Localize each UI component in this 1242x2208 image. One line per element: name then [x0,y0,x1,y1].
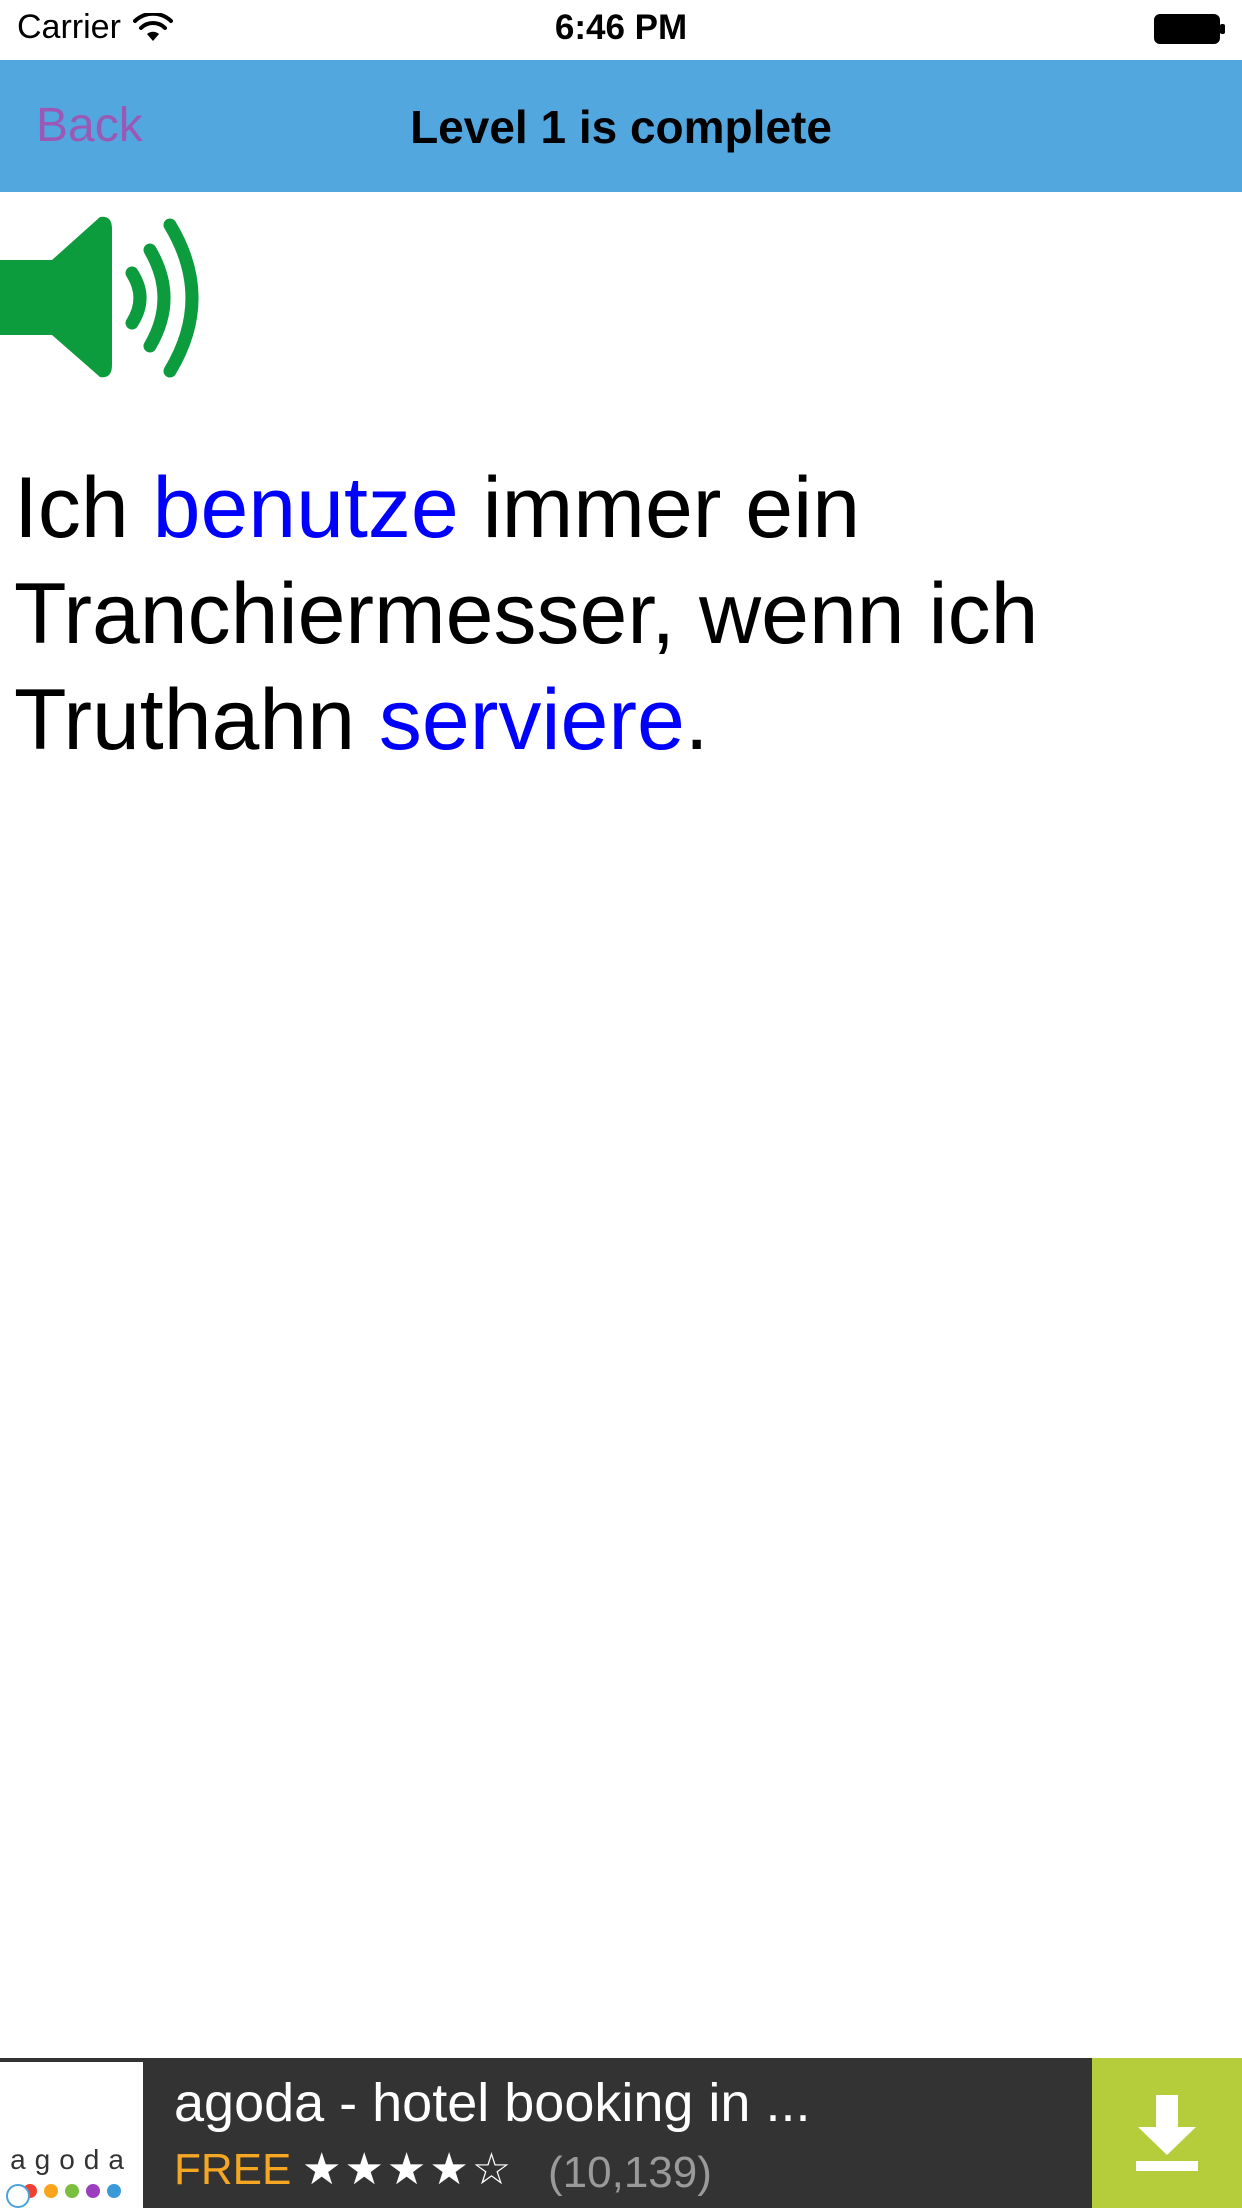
ad-app-logo: agoda [0,2062,143,2208]
status-bar: Carrier 6:46 PM [0,0,1242,60]
sentence-text: Ich benutze immer ein Tranchiermesser, w… [14,455,1214,773]
info-icon[interactable] [6,2184,30,2208]
page-title: Level 1 is complete [410,101,832,153]
ad-download-button[interactable] [1092,2058,1242,2208]
sentence-part: . [684,672,709,768]
status-time: 6:46 PM [554,8,688,47]
navigation-bar: Back Level 1 is complete [0,60,1242,192]
sentence-part: Ich [14,460,153,556]
highlighted-word[interactable]: benutze [153,460,459,556]
ad-rating-stars: ★★★★☆ [302,2145,515,2194]
ad-price: FREE [174,2145,292,2194]
highlighted-word[interactable]: serviere [379,672,685,768]
battery-icon [1154,14,1225,44]
speaker-icon[interactable] [0,215,210,380]
ad-logo-text: agoda [10,2144,133,2175]
ad-banner[interactable]: agoda agoda - hotel booking in ... FREE … [0,2058,1242,2208]
download-icon [1136,2095,1198,2171]
ad-rating-count: (10,139) [548,2148,712,2197]
ad-title: agoda - hotel booking in ... [174,2073,811,2133]
